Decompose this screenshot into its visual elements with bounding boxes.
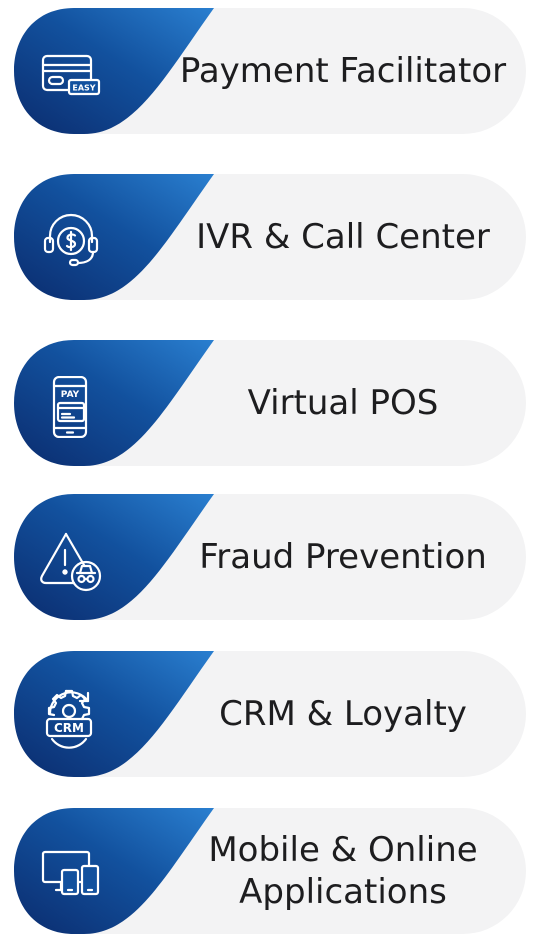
card-label: Fraud Prevention bbox=[199, 537, 487, 577]
card-label: Mobile & Online Applications bbox=[208, 830, 478, 912]
card-icon-text: EASY bbox=[72, 84, 95, 93]
card-label: Virtual POS bbox=[247, 383, 439, 423]
headset-dollar-icon bbox=[43, 213, 99, 267]
phone-icon-text: PAY bbox=[61, 390, 80, 400]
devices-icon bbox=[41, 850, 100, 896]
credit-card-easy-icon: EASY bbox=[41, 54, 101, 96]
service-card-fraud-prevention: Fraud Prevention bbox=[14, 494, 526, 620]
service-card-crm-loyalty: CRM CRM & Loyalty bbox=[14, 651, 526, 777]
service-card-ivr-call-center: IVR & Call Center bbox=[14, 174, 526, 300]
gear-crm-icon: CRM bbox=[45, 689, 93, 749]
service-card-payment-facilitator: EASY Payment Facilitator bbox=[14, 8, 526, 134]
card-label: Payment Facilitator bbox=[179, 51, 507, 91]
crm-icon-text: CRM bbox=[54, 721, 84, 735]
card-label: CRM & Loyalty bbox=[219, 694, 467, 734]
service-card-mobile-online-applications: Mobile & Online Applications bbox=[14, 808, 526, 934]
service-card-virtual-pos: PAY Virtual POS bbox=[14, 340, 526, 466]
warning-spy-icon bbox=[40, 532, 102, 592]
card-label: IVR & Call Center bbox=[196, 217, 490, 257]
phone-pay-icon: PAY bbox=[52, 376, 88, 438]
